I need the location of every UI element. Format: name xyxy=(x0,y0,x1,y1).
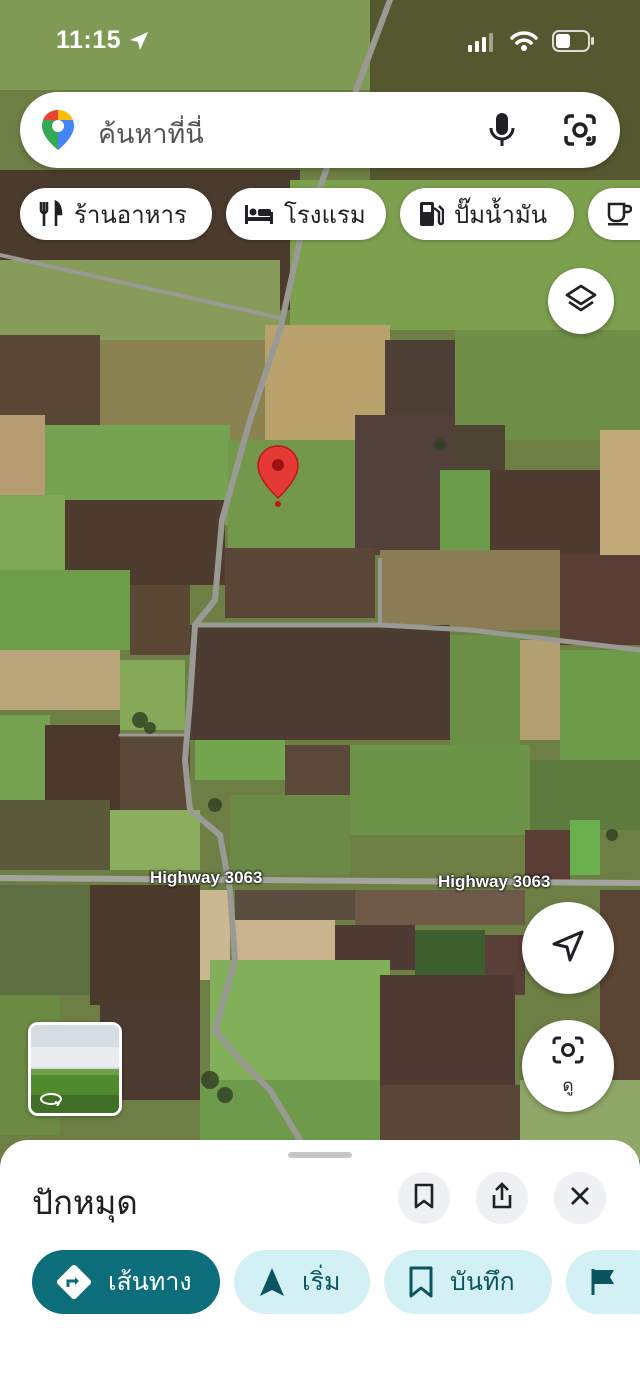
street-view-thumbnail[interactable] xyxy=(28,1022,122,1116)
bookmark-outline-icon xyxy=(413,1183,435,1213)
clock-time: 11:15 xyxy=(56,26,122,54)
road-label-highway-right: Highway 3063 xyxy=(438,872,551,891)
look-button[interactable]: ดู xyxy=(522,1020,614,1112)
location-arrow-icon xyxy=(128,30,150,56)
share-button[interactable] xyxy=(476,1172,528,1224)
search-bar[interactable]: ค้นหาที่นี่ xyxy=(20,92,620,168)
chip-restaurants-label: ร้านอาหาร xyxy=(74,200,187,229)
share-icon xyxy=(490,1182,514,1214)
gas-station-icon xyxy=(418,200,444,228)
coffee-icon xyxy=(606,201,632,227)
bookmark-icon xyxy=(408,1266,434,1298)
close-icon xyxy=(569,1185,591,1211)
microphone-icon[interactable] xyxy=(488,112,516,152)
save-label: บันทึก xyxy=(450,1267,515,1296)
start-navigation-icon xyxy=(258,1266,286,1298)
google-maps-pin-icon xyxy=(40,108,76,156)
layers-icon xyxy=(564,283,598,319)
place-bottom-sheet[interactable]: ปักหมุด เส้นทาง เริ่ม บันทึก xyxy=(0,1140,640,1384)
chip-hotels[interactable]: โรงแรม xyxy=(226,188,386,240)
chip-hotels-label: โรงแรม xyxy=(284,200,366,229)
start-button[interactable]: เริ่ม xyxy=(234,1250,370,1314)
place-title: ปักหมุด xyxy=(32,1183,138,1222)
chip-gas-stations-label: ปั๊มน้ำมัน xyxy=(454,200,548,229)
rotate-360-icon xyxy=(39,1091,63,1110)
directions-button[interactable]: เส้นทาง xyxy=(32,1250,220,1314)
signal-icon xyxy=(468,32,494,56)
look-camera-icon xyxy=(551,1034,585,1070)
flag-icon xyxy=(590,1267,616,1297)
chip-gas-stations[interactable]: ปั๊มน้ำมัน xyxy=(400,188,574,240)
layers-button[interactable] xyxy=(548,268,614,334)
road-label-highway-left: Highway 3063 xyxy=(150,868,263,887)
dropped-pin-marker[interactable] xyxy=(256,444,300,508)
label-button[interactable] xyxy=(566,1250,640,1314)
directions-icon xyxy=(56,1264,92,1300)
look-label: ดู xyxy=(562,1075,574,1096)
my-location-button[interactable] xyxy=(522,902,614,994)
navigation-arrow-icon xyxy=(551,929,585,967)
hotel-icon xyxy=(244,202,274,226)
start-label: เริ่ม xyxy=(302,1267,341,1296)
restaurant-icon xyxy=(38,200,64,228)
google-lens-icon[interactable] xyxy=(562,112,598,152)
wifi-icon xyxy=(510,30,538,56)
search-input[interactable]: ค้นหาที่นี่ xyxy=(98,112,204,155)
sheet-drag-handle[interactable] xyxy=(288,1152,352,1158)
close-button[interactable] xyxy=(554,1172,606,1224)
chip-restaurants[interactable]: ร้านอาหาร xyxy=(20,188,212,240)
battery-icon xyxy=(552,30,596,56)
status-bar: 11:15 xyxy=(0,24,640,64)
save-button[interactable]: บันทึก xyxy=(384,1250,552,1314)
chip-coffee[interactable] xyxy=(588,188,640,240)
directions-label: เส้นทาง xyxy=(108,1267,192,1296)
save-icon-button[interactable] xyxy=(398,1172,450,1224)
